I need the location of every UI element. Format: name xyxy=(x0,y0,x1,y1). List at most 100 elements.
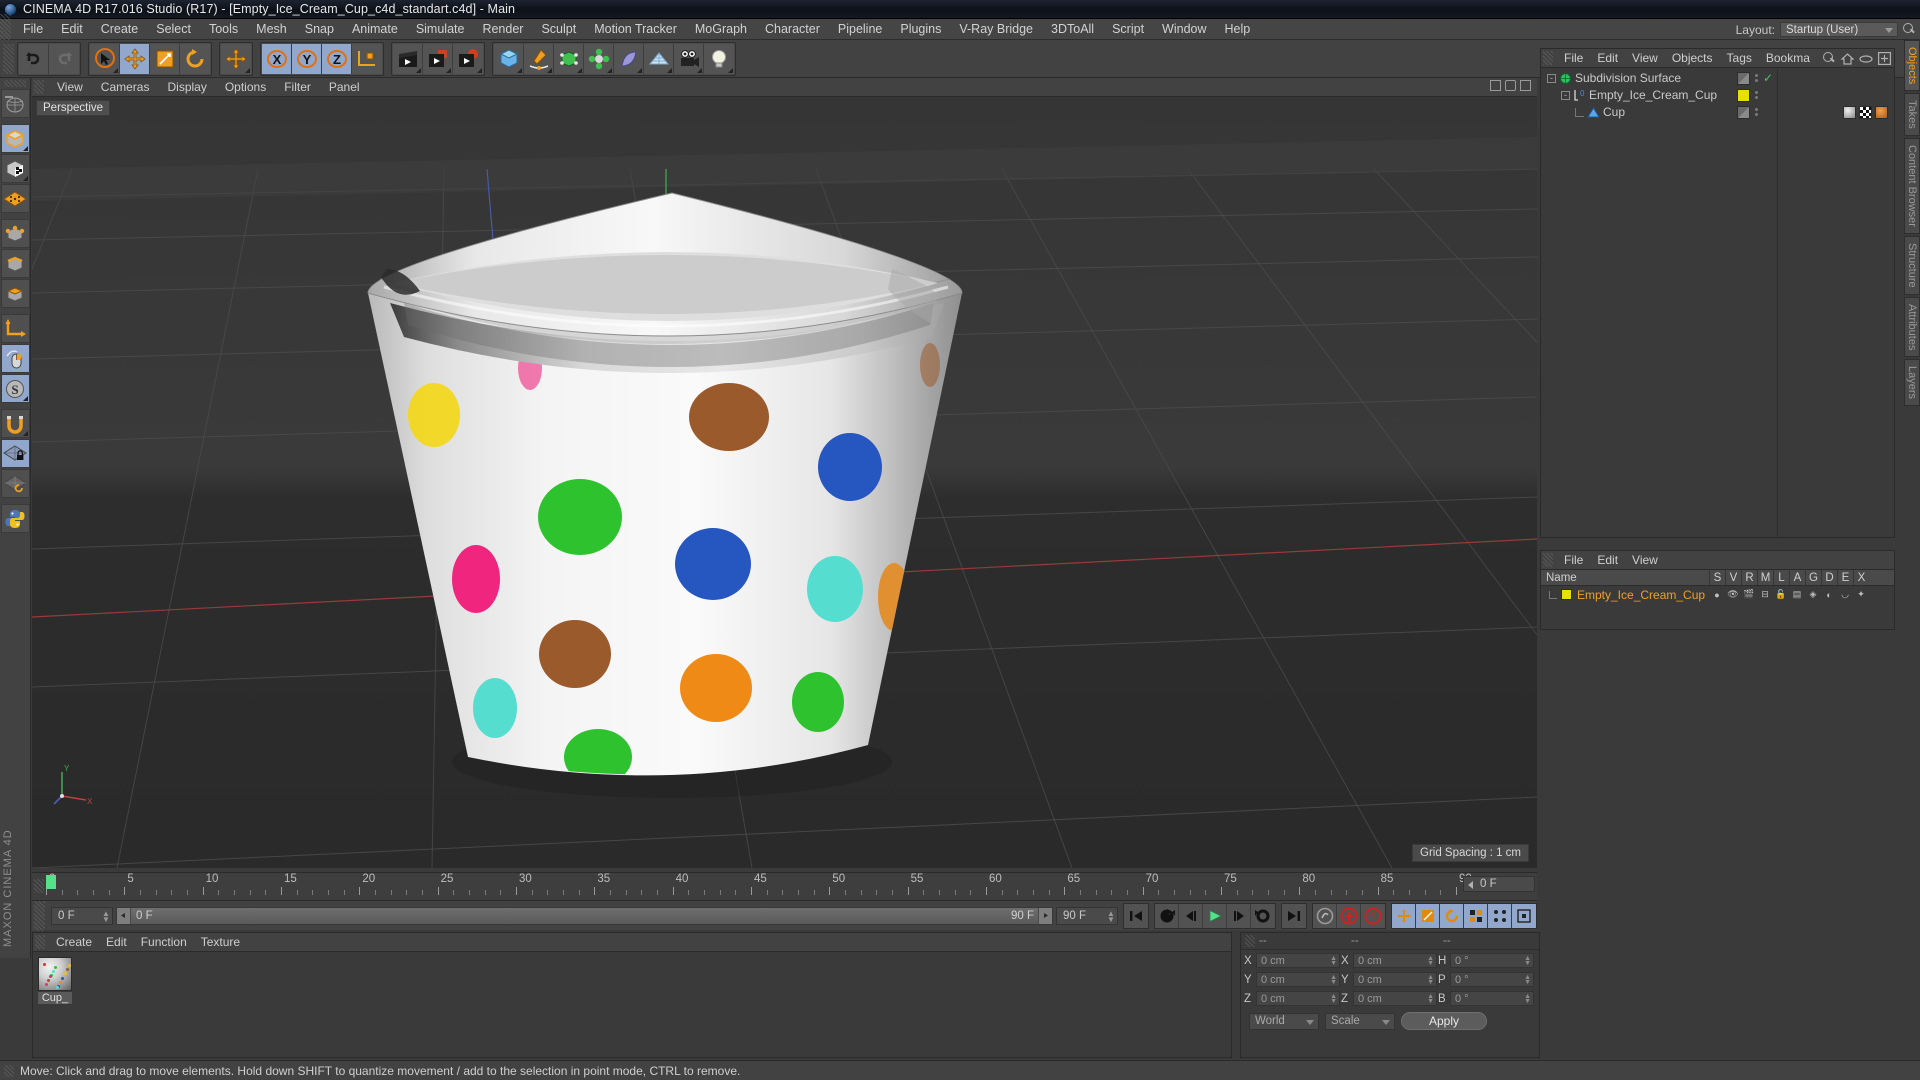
viewport-single-view-icon[interactable] xyxy=(1490,80,1501,91)
object-row-state[interactable]: ✓ xyxy=(1737,71,1773,85)
toolbar-grip[interactable] xyxy=(3,43,14,74)
menu-item-select[interactable]: Select xyxy=(147,19,200,40)
spinner-icon[interactable]: ▲ ▼ xyxy=(102,909,110,923)
coordinate-system-dropdown[interactable]: World xyxy=(1249,1012,1319,1030)
lock-workplane-button[interactable] xyxy=(0,439,30,468)
dock-tab-objects[interactable]: Objects xyxy=(1904,40,1920,92)
add-cube-button[interactable] xyxy=(494,43,524,74)
soft-selection-button[interactable]: S xyxy=(0,374,30,403)
record-help-button[interactable]: ? xyxy=(1361,903,1385,928)
layer-name-label[interactable]: Empty_Ice_Cream_Cup xyxy=(1577,588,1705,602)
material-list[interactable]: Cup_ xyxy=(33,952,1231,1057)
layer-color-swatch[interactable] xyxy=(1737,88,1750,102)
python-button[interactable] xyxy=(0,504,30,533)
timeline-ticks[interactable]: 051015202530354045505560657075808590 xyxy=(46,873,1537,901)
spinner-icon[interactable]: ▲ ▼ xyxy=(1524,955,1531,967)
deformer-icon[interactable]: ◐ xyxy=(1821,590,1837,600)
object-row-tags[interactable] xyxy=(1843,105,1888,119)
visible-eye-icon[interactable]: 👁 xyxy=(1725,589,1741,600)
material-tag[interactable] xyxy=(1843,105,1856,119)
frame-range-scrubber[interactable]: 0 F 90 F xyxy=(116,906,1053,925)
object-row[interactable]: - 0 Empty_Ice_Cream_Cup xyxy=(1541,87,1894,103)
record-active-objects-button[interactable] xyxy=(1337,903,1361,928)
menu-item-animate[interactable]: Animate xyxy=(343,19,407,40)
rotation-h-field[interactable]: H 0 ° ▲ ▼ xyxy=(1438,953,1534,968)
texture-tag[interactable] xyxy=(1875,105,1888,119)
camera-button[interactable] xyxy=(674,43,704,74)
planar-workplane-button[interactable] xyxy=(0,469,30,498)
render-view-button[interactable] xyxy=(393,43,423,74)
edge-mode-button[interactable] xyxy=(0,249,30,278)
object-name-label[interactable]: Cup xyxy=(1603,105,1625,119)
size-y-field[interactable]: Y 0 cm ▲ ▼ xyxy=(1341,972,1437,987)
visibility-dots-icon[interactable] xyxy=(1755,91,1758,99)
spinner-icon[interactable]: ▲ ▼ xyxy=(1427,955,1434,967)
layout-dropdown[interactable]: Startup (User) xyxy=(1780,22,1898,37)
viewport-menu-panel[interactable]: Panel xyxy=(320,78,369,97)
layer-manager-menu-bar[interactable]: File Edit View xyxy=(1541,551,1894,570)
nurbs-generator-button[interactable] xyxy=(554,43,584,74)
layer-manager-grip[interactable] xyxy=(1543,553,1553,567)
move-placement-button[interactable] xyxy=(221,43,251,74)
lock-z-axis-button[interactable]: Z xyxy=(322,43,352,74)
viewport-menu-filter[interactable]: Filter xyxy=(275,78,320,97)
menu-item-tools[interactable]: Tools xyxy=(200,19,247,40)
animation-transport-bar[interactable]: 0 F ▲ ▼ 0 F 90 F 90 F ▲ ▼ ? xyxy=(32,900,1537,931)
current-frame-field[interactable]: 0 F ▲ ▼ xyxy=(51,906,113,925)
expand-icon[interactable] xyxy=(1878,52,1891,65)
dock-tab-takes[interactable]: Takes xyxy=(1904,93,1920,137)
xref-icon[interactable]: ✦ xyxy=(1853,589,1869,600)
lock-open-icon[interactable]: 🔓 xyxy=(1773,589,1789,600)
coordinates-grip[interactable] xyxy=(1245,935,1255,947)
object-name-label[interactable]: Empty_Ice_Cream_Cup xyxy=(1589,88,1717,102)
array-generator-button[interactable] xyxy=(584,43,614,74)
render-settings-button[interactable] xyxy=(453,43,483,74)
layer-column-e[interactable]: E xyxy=(1837,570,1853,585)
viewport-menu-cameras[interactable]: Cameras xyxy=(92,78,159,97)
expression-icon[interactable]: ◡ xyxy=(1837,589,1853,600)
perspective-viewport[interactable]: Perspective Y X Grid Spacing: 1 cm xyxy=(32,97,1537,868)
object-menu-file[interactable]: File xyxy=(1557,49,1590,68)
generator-icon[interactable]: ◈ xyxy=(1805,589,1821,600)
size-x-field[interactable]: X 0 cm ▲ ▼ xyxy=(1341,953,1437,968)
layout-selector-group[interactable]: Layout: Startup (User) xyxy=(1736,19,1916,40)
material-menu-create[interactable]: Create xyxy=(49,933,99,952)
object-manager-menu-bar[interactable]: File Edit View Objects Tags Bookma xyxy=(1541,49,1894,68)
spinner-icon[interactable]: ▲ ▼ xyxy=(1330,993,1337,1005)
uvw-tag[interactable] xyxy=(1859,105,1872,119)
visibility-dots-icon[interactable] xyxy=(1755,74,1758,82)
preview-end-field[interactable]: 90 F ▲ ▼ xyxy=(1056,906,1118,925)
object-row-state[interactable] xyxy=(1737,105,1758,119)
menu-item-pipeline[interactable]: Pipeline xyxy=(829,19,891,40)
object-manager-grip[interactable] xyxy=(1543,51,1553,65)
spinner-icon[interactable]: ▲ ▼ xyxy=(1524,974,1531,986)
deformer-button[interactable] xyxy=(614,43,644,74)
visibility-dots-icon[interactable] xyxy=(1755,108,1758,116)
transform-mode-dropdown[interactable]: Scale xyxy=(1325,1012,1395,1030)
spinner-icon[interactable]: ▲ ▼ xyxy=(1524,993,1531,1005)
animation-icon[interactable]: ▤ xyxy=(1789,589,1805,600)
timeline-ruler[interactable]: 051015202530354045505560657075808590 0 F xyxy=(32,872,1537,900)
object-menu-tags[interactable]: Tags xyxy=(1720,49,1759,68)
object-name-label[interactable]: Subdivision Surface xyxy=(1575,71,1681,85)
material-name-label[interactable]: Cup_ xyxy=(38,992,72,1004)
point-level-animation-button[interactable] xyxy=(1488,903,1512,928)
spinner-icon[interactable]: ▲ ▼ xyxy=(1107,909,1115,923)
polygon-mode-button[interactable] xyxy=(0,279,30,308)
undo-button[interactable] xyxy=(19,43,49,74)
ellipse-icon[interactable] xyxy=(1859,54,1873,64)
position-x-field[interactable]: X 0 cm ▲ ▼ xyxy=(1244,953,1340,968)
render-to-picture-viewer-button[interactable] xyxy=(423,43,453,74)
status-bar-grip[interactable] xyxy=(4,1064,14,1077)
layer-row[interactable]: Empty_Ice_Cream_Cup ● 👁 🎬 ⊟ 🔓 ▤ ◈ ◐ ◡ ✦ xyxy=(1541,586,1894,603)
range-start-handle[interactable] xyxy=(117,907,131,924)
viewport-menu-bar[interactable]: View Cameras Display Options Filter Panel xyxy=(32,78,1537,97)
material-preview-sphere[interactable] xyxy=(38,957,72,991)
menu-item-character[interactable]: Character xyxy=(756,19,829,40)
menu-item-motion-tracker[interactable]: Motion Tracker xyxy=(585,19,686,40)
live-selection-button[interactable] xyxy=(90,43,120,74)
apply-button[interactable]: Apply xyxy=(1401,1012,1487,1030)
viewport-menu-grip[interactable] xyxy=(34,80,44,94)
menu-item-render[interactable]: Render xyxy=(473,19,532,40)
timeline-grip[interactable] xyxy=(34,879,44,893)
